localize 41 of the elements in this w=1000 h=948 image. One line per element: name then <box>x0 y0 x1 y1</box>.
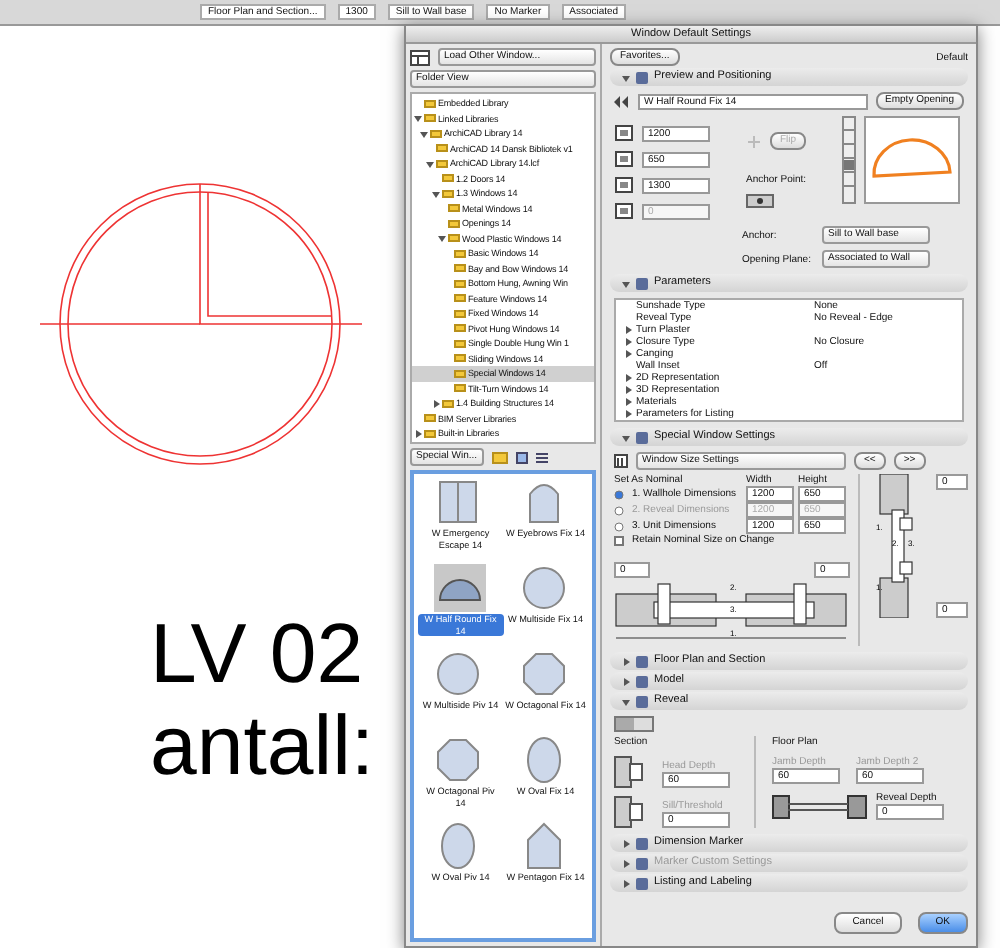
disclosure-triangle-icon[interactable] <box>432 399 440 408</box>
reveal-type-icon[interactable] <box>614 716 654 732</box>
section-icon <box>636 431 648 443</box>
disclosure-triangle-icon[interactable] <box>622 279 630 287</box>
icon-view-icon[interactable] <box>515 451 528 463</box>
radio-button[interactable] <box>614 489 624 499</box>
drawing-label: LV 02 <box>150 608 366 701</box>
section-icon <box>636 277 648 289</box>
disclosure-triangle-icon[interactable] <box>414 429 422 438</box>
disclosure-triangle-icon[interactable] <box>622 657 630 665</box>
disclosure-triangle-icon[interactable] <box>624 338 632 346</box>
disclosure-triangle-icon[interactable] <box>432 189 440 198</box>
checkbox[interactable] <box>614 535 624 545</box>
disclosure-triangle-icon[interactable] <box>622 73 630 81</box>
disclosure-triangle-icon[interactable] <box>622 433 630 441</box>
list-view-icon[interactable] <box>535 451 548 463</box>
disclosure-triangle-icon[interactable] <box>420 129 428 138</box>
disclosure-triangle-icon[interactable] <box>624 410 632 418</box>
section-icon <box>636 71 648 83</box>
disclosure-triangle-icon[interactable] <box>426 159 434 168</box>
anchor-point-icon[interactable] <box>746 194 774 208</box>
drawing-label: antall: <box>150 700 375 793</box>
window-thumbnail[interactable] <box>434 564 487 612</box>
disclosure-triangle-icon[interactable] <box>622 677 630 685</box>
view-mode-icon[interactable] <box>842 116 856 204</box>
disclosure-triangle-icon[interactable] <box>622 879 630 887</box>
disclosure-triangle-icon[interactable] <box>624 374 632 382</box>
disclosure-triangle-icon[interactable] <box>624 386 632 394</box>
disclosure-triangle-icon[interactable] <box>622 697 630 705</box>
browse-arrows-icon[interactable] <box>614 95 630 107</box>
library-view-icon[interactable] <box>410 49 430 65</box>
window-preview-drawing <box>864 116 960 204</box>
disclosure-triangle-icon[interactable] <box>624 398 632 406</box>
disclosure-triangle-icon[interactable] <box>624 326 632 334</box>
radio-button[interactable] <box>614 521 624 531</box>
reveal-plan-icon <box>772 792 868 820</box>
disclosure-triangle-icon[interactable] <box>414 114 422 123</box>
disclosure-triangle-icon[interactable] <box>622 839 630 847</box>
disclosure-triangle-icon[interactable] <box>438 234 446 243</box>
page-icon <box>614 454 628 468</box>
disclosure-triangle-icon[interactable] <box>624 350 632 358</box>
